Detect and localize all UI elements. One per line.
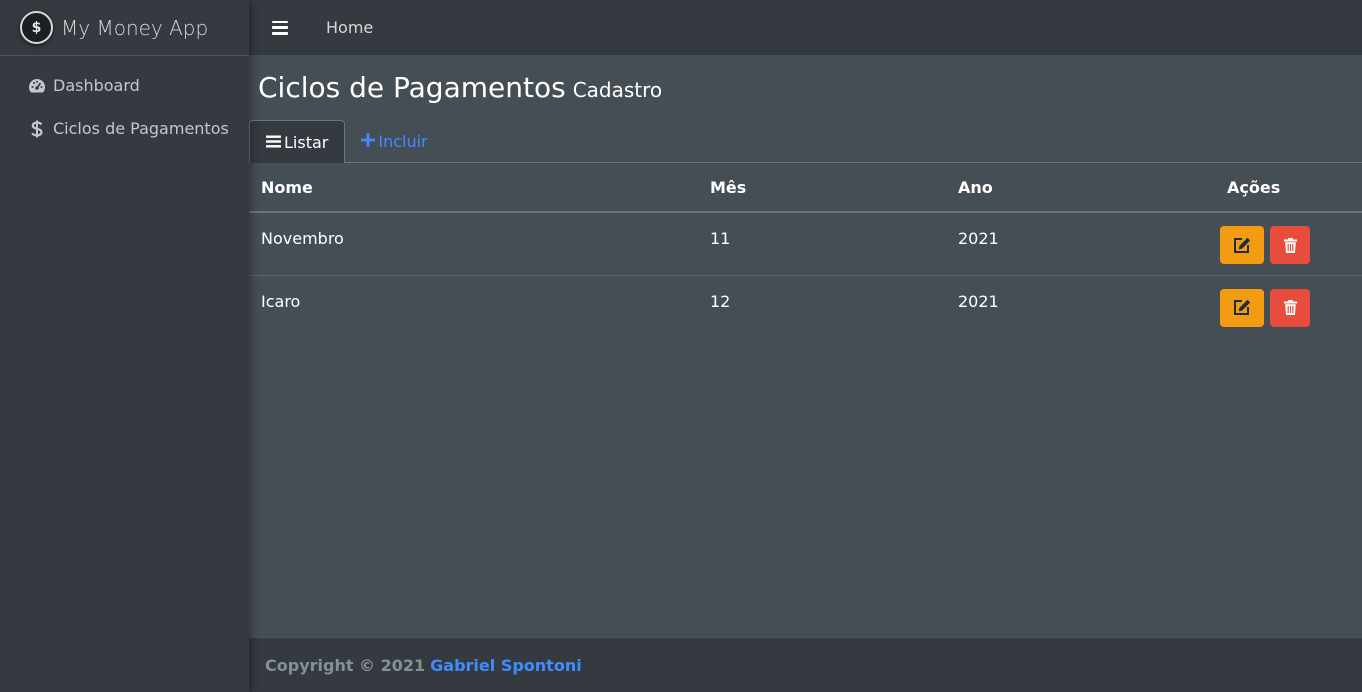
tachometer-icon xyxy=(26,78,48,94)
column-header-nome: Nome xyxy=(249,163,698,213)
cell-acoes xyxy=(1215,275,1362,338)
sidebar-item-label: Dashboard xyxy=(53,76,140,95)
edit-icon xyxy=(1234,299,1251,315)
trash-icon xyxy=(1283,237,1297,253)
edit-button[interactable] xyxy=(1220,226,1264,264)
footer-author-link[interactable]: Gabriel Spontoni xyxy=(430,656,582,675)
page-header: Ciclos de Pagamentos Cadastro xyxy=(249,55,1362,120)
page-title: Ciclos de Pagamentos xyxy=(258,71,566,104)
edit-button[interactable] xyxy=(1220,288,1264,327)
brand[interactable]: $ My Money App xyxy=(0,0,249,56)
tab-label: Incluir xyxy=(378,131,428,151)
tab-bar: Listar Incluir xyxy=(249,120,1362,163)
cycles-table: Nome Mês Ano Ações Novembro 11 2021 Icar… xyxy=(249,163,1362,338)
delete-button[interactable] xyxy=(1270,226,1311,264)
tab-listar[interactable]: Listar xyxy=(249,120,346,163)
cell-nome: Novembro xyxy=(249,212,698,276)
topbar: Home xyxy=(249,0,1362,55)
tab-incluir[interactable]: Incluir xyxy=(345,120,443,162)
cell-ano: 2021 xyxy=(958,291,999,311)
main-content: Ciclos de Pagamentos Cadastro Listar Inc… xyxy=(249,55,1362,637)
sidebar-item-dashboard[interactable]: Dashboard xyxy=(0,64,249,107)
edit-icon xyxy=(1234,237,1251,253)
footer: Copyright © 2021 Gabriel Spontoni xyxy=(249,637,1362,692)
table-row: Icaro 12 2021 xyxy=(249,275,1362,338)
column-header-ano: Ano xyxy=(946,163,1215,213)
cell-acoes xyxy=(1215,212,1362,276)
cell-mes: 12 xyxy=(710,291,731,311)
trash-icon xyxy=(1283,300,1297,315)
delete-button[interactable] xyxy=(1270,288,1311,327)
footer-copyright: Copyright © 2021 xyxy=(265,655,426,675)
list-icon xyxy=(266,133,281,152)
page-subtitle: Cadastro xyxy=(572,78,663,102)
sidebar-item-label: Ciclos de Pagamentos xyxy=(53,119,229,138)
dollar-icon xyxy=(26,120,48,138)
cell-mes: 11 xyxy=(698,212,946,276)
home-link[interactable]: Home xyxy=(326,18,373,37)
app: $ My Money App Dashboard Ciclos de Pagam… xyxy=(0,0,1362,692)
sidebar-item-ciclos-de-pagamentos[interactable]: Ciclos de Pagamentos xyxy=(0,107,249,150)
brand-name: My Money App xyxy=(61,15,209,40)
plus-icon xyxy=(361,132,376,151)
table-row: Novembro 11 2021 xyxy=(249,212,1362,276)
money-logo-icon: $ xyxy=(20,11,53,44)
sidebar: $ My Money App Dashboard Ciclos de Pagam… xyxy=(0,0,249,692)
cell-ano: 2021 xyxy=(946,212,1215,276)
sidebar-nav: Dashboard Ciclos de Pagamentos xyxy=(0,56,249,150)
table-header-row: Nome Mês Ano Ações xyxy=(249,163,1362,213)
column-header-acoes: Ações xyxy=(1215,163,1362,213)
tab-label: Listar xyxy=(284,132,329,152)
column-header-mes: Mês xyxy=(698,163,946,213)
menu-toggle-icon[interactable] xyxy=(272,20,288,35)
cell-nome: Icaro xyxy=(261,291,301,311)
